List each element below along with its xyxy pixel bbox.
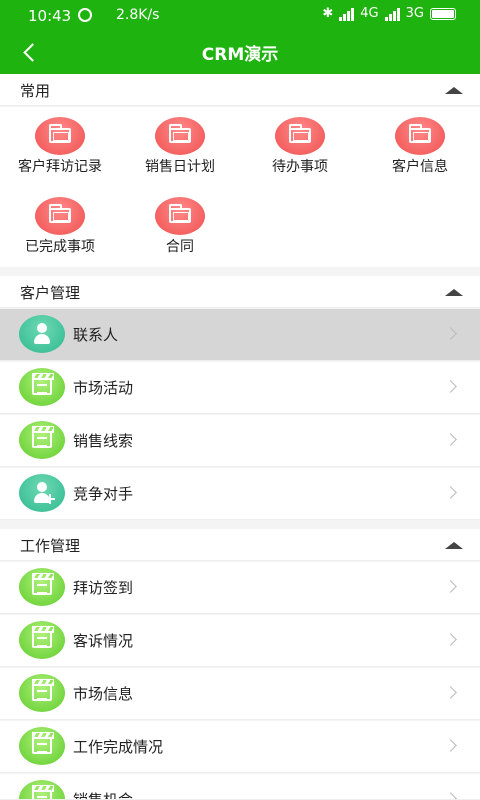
tile-contract[interactable]: 合同 bbox=[120, 191, 240, 269]
chevron-right-icon bbox=[444, 686, 457, 699]
list-item-label: 市场活动 bbox=[73, 379, 134, 397]
person-icon bbox=[19, 315, 65, 353]
section-label: 工作管理 bbox=[20, 537, 81, 555]
add-person-icon bbox=[19, 474, 65, 512]
chevron-right-icon bbox=[444, 633, 457, 646]
section-label: 客户管理 bbox=[20, 284, 81, 302]
list-item-sales-opportunity[interactable]: 销售机会 bbox=[0, 774, 480, 800]
tile-completed[interactable]: 已完成事项 bbox=[0, 191, 120, 269]
app-bar: CRM演示 bbox=[0, 32, 480, 74]
list-item-label: 销售线索 bbox=[73, 432, 134, 450]
list-item-sales-leads[interactable]: 销售线索 bbox=[0, 415, 480, 467]
network-speed: 2.8K/s bbox=[116, 7, 160, 23]
list-item-visit-checkin[interactable]: 拜访签到 bbox=[0, 562, 480, 614]
section-label: 常用 bbox=[20, 82, 51, 100]
clapboard-icon bbox=[19, 421, 65, 459]
common-grid: 客户拜访记录 销售日计划 待办事项 客户信息 已完成事项 合同 bbox=[0, 107, 480, 267]
alarm-icon bbox=[78, 8, 92, 22]
chevron-right-icon bbox=[444, 486, 457, 499]
list-item-label: 客诉情况 bbox=[73, 632, 134, 650]
folder-icon bbox=[155, 197, 205, 235]
status-time: 10:43 bbox=[28, 7, 72, 25]
list-item-contacts[interactable]: 联系人 bbox=[0, 309, 480, 361]
list-item-label: 市场信息 bbox=[73, 685, 134, 703]
tile-customer-visit-record[interactable]: 客户拜访记录 bbox=[0, 111, 120, 189]
list-item-label: 工作完成情况 bbox=[73, 738, 164, 756]
clapboard-icon bbox=[19, 727, 65, 765]
clapboard-icon bbox=[19, 674, 65, 712]
page-title: CRM演示 bbox=[201, 45, 279, 65]
list-item-label: 联系人 bbox=[73, 326, 119, 344]
chevron-right-icon bbox=[444, 327, 457, 340]
clapboard-icon bbox=[19, 780, 65, 799]
list-item-work-completion[interactable]: 工作完成情况 bbox=[0, 721, 480, 773]
tile-label: 销售日计划 bbox=[145, 159, 215, 175]
tile-customer-info[interactable]: 客户信息 bbox=[360, 111, 480, 189]
tile-label: 客户信息 bbox=[392, 159, 448, 175]
bluetooth-icon: ✱ bbox=[322, 6, 334, 21]
tile-label: 待办事项 bbox=[272, 159, 328, 175]
section-header-work[interactable]: 工作管理 bbox=[0, 529, 480, 561]
folder-icon bbox=[155, 117, 205, 155]
tile-label: 已完成事项 bbox=[25, 239, 95, 255]
list-item-label: 拜访签到 bbox=[73, 579, 134, 597]
clapboard-icon bbox=[19, 368, 65, 406]
collapse-arrow-icon[interactable] bbox=[445, 542, 463, 549]
list-item-competitors[interactable]: 竞争对手 bbox=[0, 468, 480, 520]
signal-icon-1 bbox=[339, 7, 355, 21]
list-item-label: 竞争对手 bbox=[73, 485, 134, 503]
status-bar: 10:43 2.8K/s ✱ 4G 3G bbox=[0, 0, 480, 32]
list-item-complaints[interactable]: 客诉情况 bbox=[0, 615, 480, 667]
clapboard-icon bbox=[19, 621, 65, 659]
section-gap bbox=[0, 267, 480, 276]
tile-label: 客户拜访记录 bbox=[18, 159, 102, 175]
tile-sales-daily-plan[interactable]: 销售日计划 bbox=[120, 111, 240, 189]
chevron-right-icon bbox=[444, 580, 457, 593]
folder-icon bbox=[395, 117, 445, 155]
folder-icon bbox=[35, 117, 85, 155]
folder-icon bbox=[275, 117, 325, 155]
tile-label: 合同 bbox=[166, 239, 194, 255]
chevron-right-icon bbox=[444, 433, 457, 446]
folder-icon bbox=[35, 197, 85, 235]
section-header-customer[interactable]: 客户管理 bbox=[0, 276, 480, 308]
network-type-2: 3G bbox=[405, 6, 424, 21]
collapse-arrow-icon[interactable] bbox=[445, 87, 463, 94]
tile-todo[interactable]: 待办事项 bbox=[240, 111, 360, 189]
list-item-marketing-activity[interactable]: 市场活动 bbox=[0, 362, 480, 414]
section-gap bbox=[0, 520, 480, 529]
section-header-common[interactable]: 常用 bbox=[0, 74, 480, 106]
clapboard-icon bbox=[19, 568, 65, 606]
network-type-1: 4G bbox=[360, 6, 379, 21]
signal-icon-2 bbox=[384, 7, 400, 21]
list-item-market-info[interactable]: 市场信息 bbox=[0, 668, 480, 720]
status-indicators: ✱ 4G 3G bbox=[322, 6, 456, 21]
chevron-right-icon bbox=[444, 380, 457, 393]
collapse-arrow-icon[interactable] bbox=[445, 289, 463, 296]
chevron-right-icon bbox=[444, 739, 457, 752]
chevron-right-icon bbox=[444, 792, 457, 799]
list-item-label: 销售机会 bbox=[73, 791, 134, 800]
battery-icon bbox=[430, 7, 456, 20]
